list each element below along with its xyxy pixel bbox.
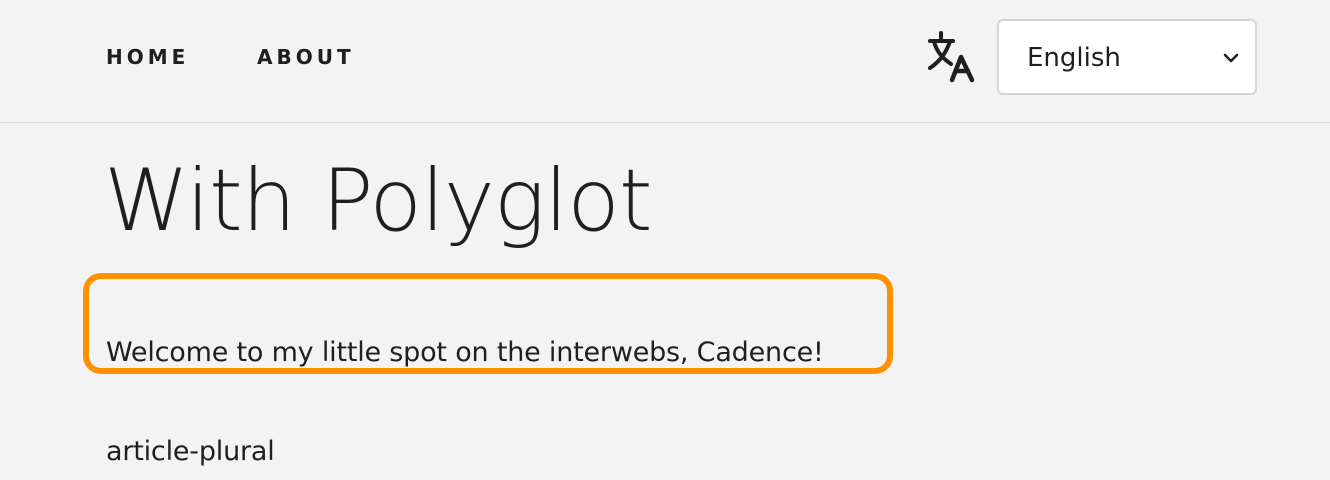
top-navigation-bar: HOME ABOUT English	[0, 0, 1330, 123]
nav-home-link[interactable]: HOME	[106, 45, 189, 69]
chevron-down-icon	[1223, 53, 1239, 63]
translate-icon	[928, 31, 975, 83]
article-plural-text: article-plural	[106, 436, 275, 467]
nav-about-link[interactable]: ABOUT	[257, 45, 355, 69]
language-select[interactable]: English	[997, 19, 1257, 95]
page: HOME ABOUT English With Polyglot Welcome…	[0, 0, 1330, 480]
page-title: With Polyglot	[104, 151, 653, 251]
language-select-value: English	[1027, 43, 1121, 73]
welcome-message: Welcome to my little spot on the interwe…	[106, 337, 824, 368]
